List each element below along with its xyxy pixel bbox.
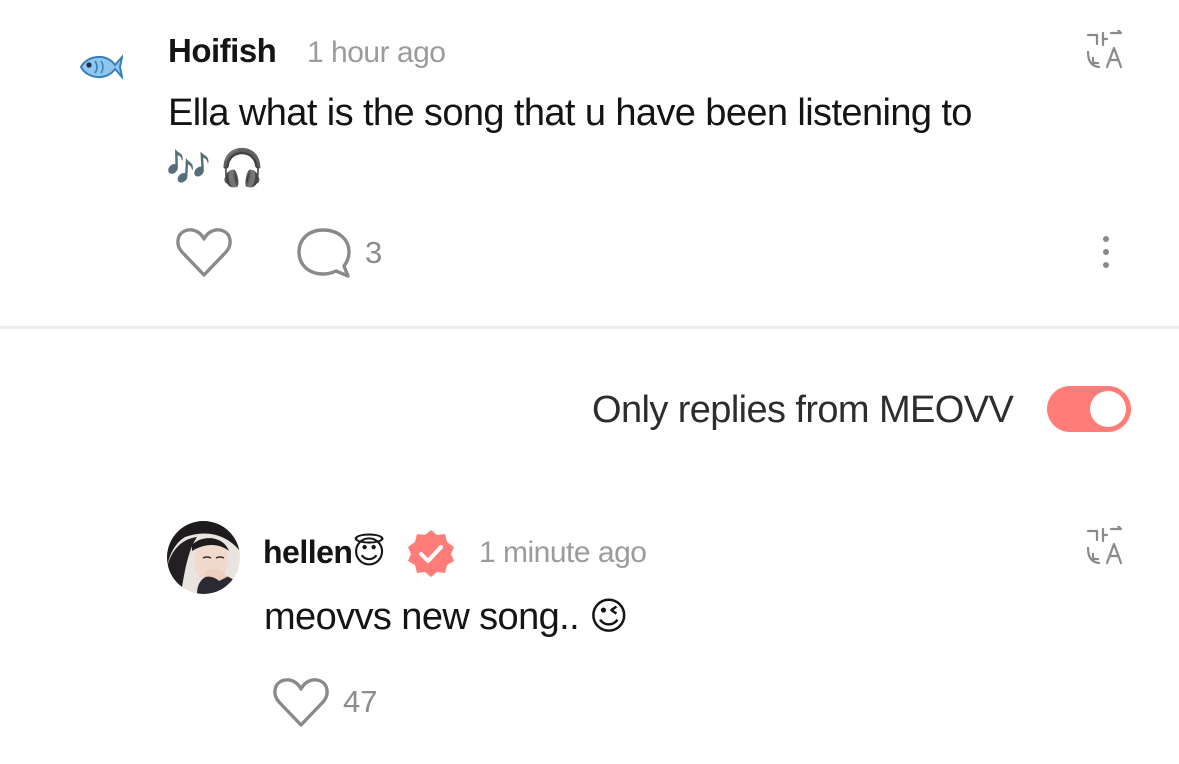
- verified-badge-icon: [408, 530, 454, 577]
- post-translate-button[interactable]: [1084, 28, 1128, 72]
- comment-count: 3: [365, 235, 383, 270]
- user-avatar[interactable]: [76, 50, 124, 84]
- post-emoji-line: 🎶 🎧: [166, 147, 264, 188]
- verified-badge: [406, 528, 456, 578]
- heart-icon: [273, 678, 329, 727]
- fish-icon: [79, 54, 123, 80]
- reply-like-count: 47: [343, 684, 378, 719]
- post-more-button[interactable]: [1090, 232, 1122, 272]
- reply-like-button[interactable]: [271, 676, 331, 730]
- replies-filter-toggle[interactable]: [1047, 386, 1131, 432]
- speech-bubble-icon: [297, 228, 351, 278]
- toggle-knob: [1090, 391, 1126, 427]
- heart-icon: [176, 228, 232, 277]
- post-timestamp: 1 hour ago: [307, 36, 446, 69]
- more-vertical-icon: [1103, 236, 1109, 268]
- like-button[interactable]: [174, 226, 234, 280]
- reply-author-name[interactable]: hellen😇: [263, 536, 386, 568]
- avatar-photo: [167, 521, 240, 594]
- section-divider: [0, 326, 1179, 329]
- comment-button[interactable]: [296, 226, 352, 280]
- reply-timestamp: 1 minute ago: [479, 536, 647, 569]
- reply-text: meovvs new song.. 😉: [264, 596, 629, 638]
- translate-icon: [1086, 526, 1123, 565]
- post-text: Ella what is the song that u have been l…: [168, 92, 972, 134]
- replies-filter-label: Only replies from MEOVV: [592, 389, 1014, 431]
- translate-icon: [1086, 30, 1123, 69]
- reply-avatar[interactable]: [167, 521, 240, 594]
- post-author-name[interactable]: Hoifish: [168, 34, 277, 67]
- reply-translate-button[interactable]: [1084, 524, 1128, 568]
